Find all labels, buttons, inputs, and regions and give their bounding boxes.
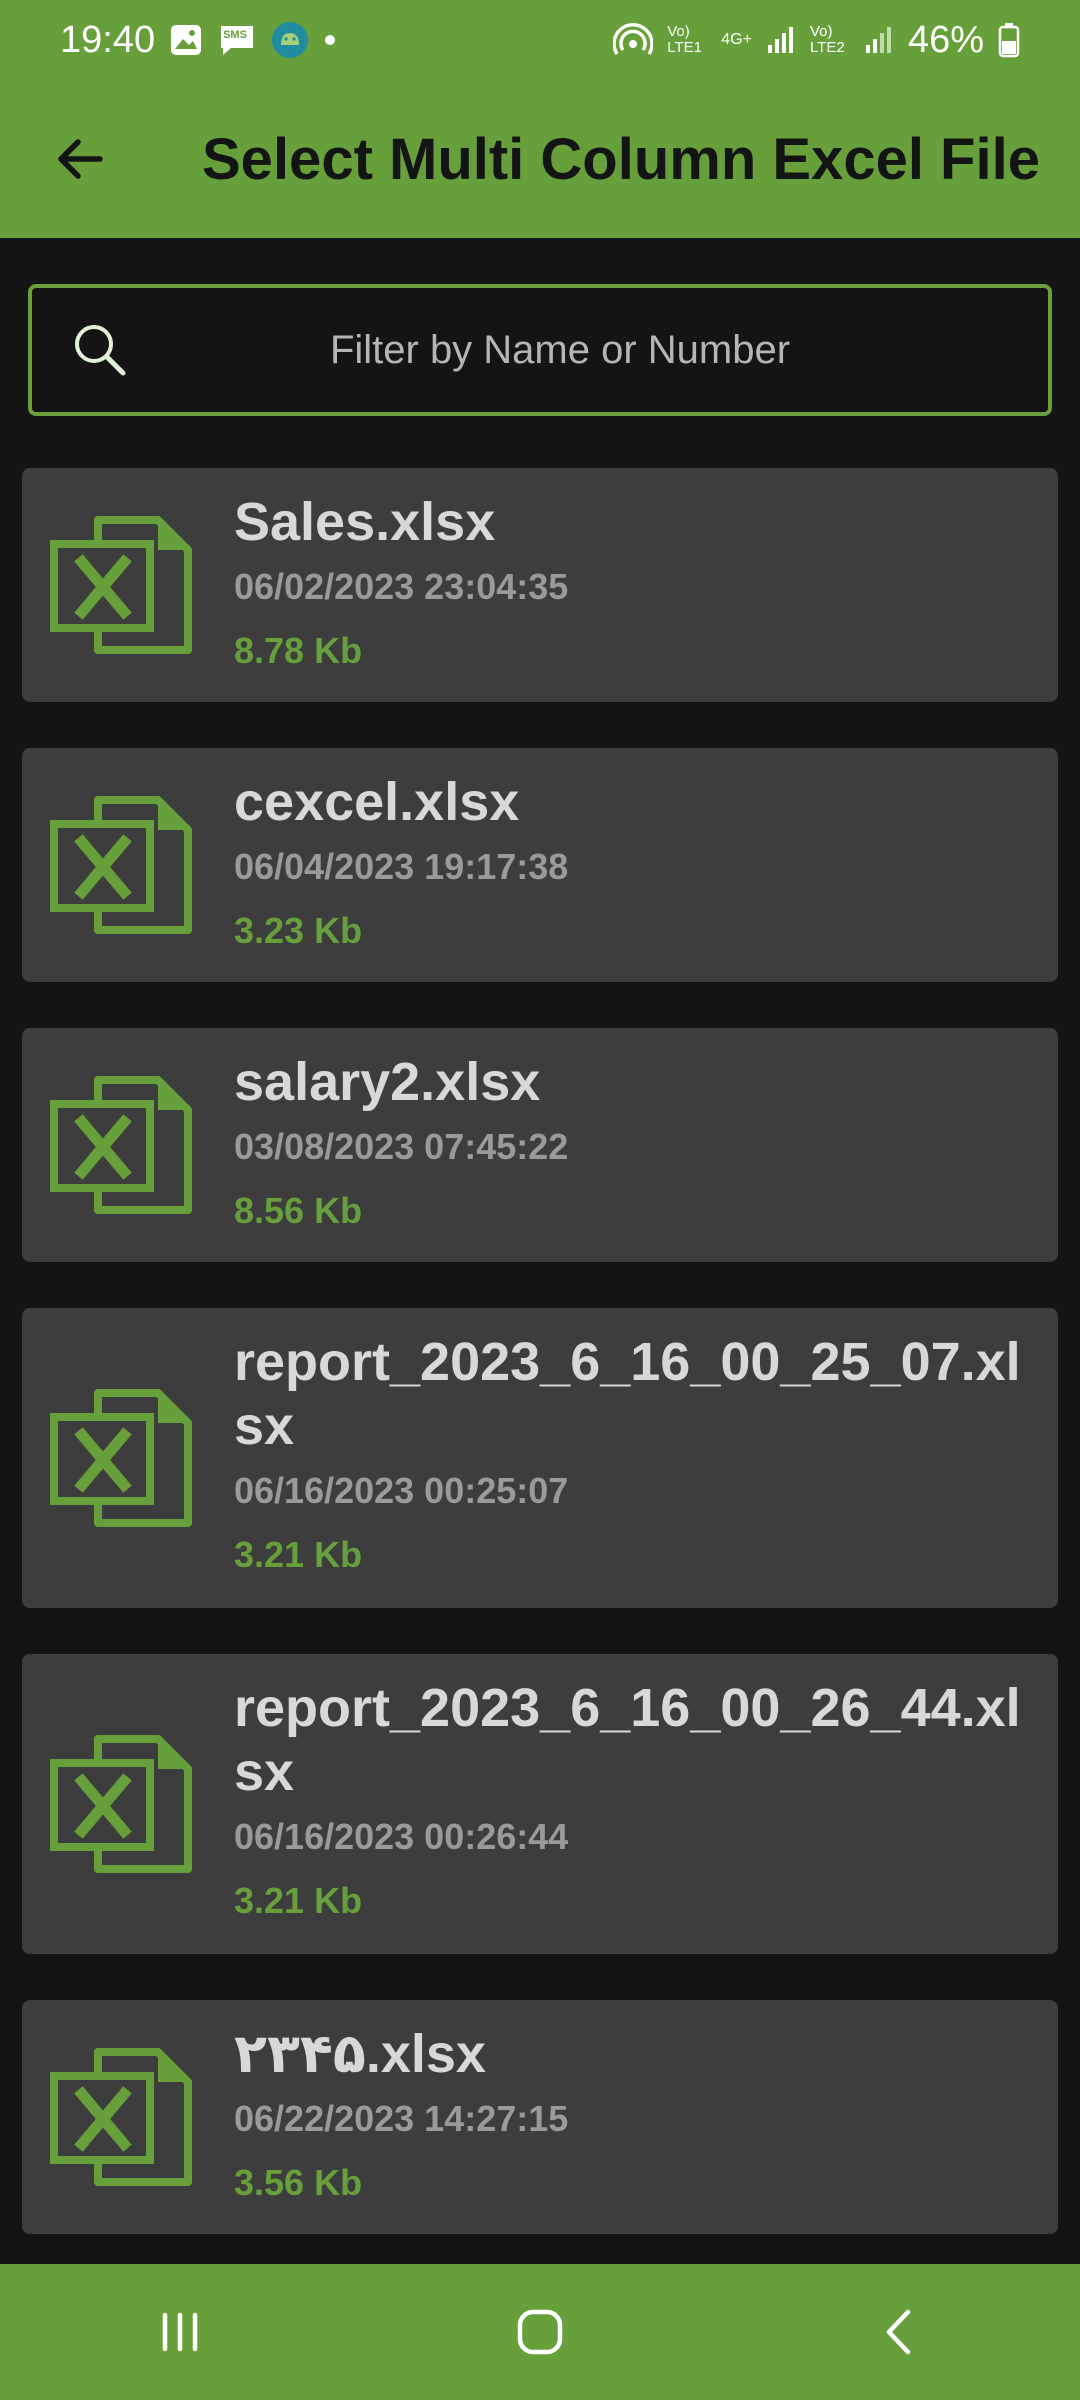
file-size: 3.21 Kb	[234, 1534, 363, 1575]
file-date: 06/04/2023 19:17:38	[234, 846, 569, 887]
file-name: cexcel.xlsx	[234, 772, 520, 832]
file-name: Sales.xlsx	[234, 492, 496, 552]
file-info: Sales.xlsx 06/02/2023 23:04:35 8.78 Kb	[234, 468, 1058, 702]
file-card[interactable]: Sales.xlsx 06/02/2023 23:04:35 8.78 Kb	[22, 468, 1058, 702]
signal-2-icon	[864, 25, 894, 55]
android-debug-icon	[271, 21, 309, 59]
file-name: salary2.xlsx	[234, 1052, 541, 1112]
chevron-left-icon	[886, 2309, 911, 2355]
status-bar: 19:40 SMS Vo) LTE1 4G+ Vo) LTE2 46%	[0, 0, 1080, 80]
excel-file-icon	[22, 1028, 234, 1262]
file-card[interactable]: report_2023_6_16_00_26_44.xlsx 06/16/202…	[22, 1654, 1058, 1954]
battery-icon	[998, 22, 1020, 58]
home-button[interactable]	[440, 2264, 640, 2400]
search-box[interactable]	[28, 284, 1052, 416]
excel-file-icon	[22, 1654, 234, 1954]
file-name: ۲۳۴۵.xlsx	[234, 2024, 486, 2084]
search-input[interactable]	[132, 288, 1048, 412]
navigation-bar	[0, 2264, 1080, 2400]
excel-file-icon	[22, 468, 234, 702]
file-info: cexcel.xlsx 06/04/2023 19:17:38 3.23 Kb	[234, 748, 1058, 982]
file-size: 3.23 Kb	[234, 910, 363, 951]
home-icon	[517, 2309, 563, 2355]
file-name: report_2023_6_16_00_26_44.xlsx	[234, 1678, 1021, 1802]
file-card[interactable]: report_2023_6_16_00_25_07.xlsx 06/16/202…	[22, 1308, 1058, 1608]
file-info: salary2.xlsx 03/08/2023 07:45:22 8.56 Kb	[234, 1028, 1058, 1262]
file-name: report_2023_6_16_00_25_07.xlsx	[234, 1332, 1021, 1456]
sim1-label: Vo) LTE1	[667, 23, 702, 56]
sim2-label: Vo) LTE2	[809, 23, 845, 56]
file-info: report_2023_6_16_00_26_44.xlsx 06/16/202…	[234, 1654, 1058, 1954]
nav-back-button[interactable]	[800, 2264, 1000, 2400]
sms-label: SMS	[223, 29, 247, 41]
file-date: 06/02/2023 23:04:35	[234, 566, 569, 607]
network-type: 4G+	[721, 31, 752, 48]
file-card[interactable]: salary2.xlsx 03/08/2023 07:45:22 8.56 Kb	[22, 1028, 1058, 1262]
file-card[interactable]: cexcel.xlsx 06/04/2023 19:17:38 3.23 Kb	[22, 748, 1058, 982]
battery-percent: 46%	[907, 18, 984, 61]
file-info: ۲۳۴۵.xlsx 06/22/2023 14:27:15 3.56 Kb	[234, 2000, 1058, 2234]
recents-button[interactable]	[80, 2264, 280, 2400]
excel-file-icon	[22, 2000, 234, 2234]
file-date: 03/08/2023 07:45:22	[234, 1126, 569, 1167]
excel-file-icon	[22, 748, 234, 982]
status-left: 19:40 SMS	[60, 19, 337, 62]
file-size: 3.21 Kb	[234, 1880, 363, 1921]
file-date: 06/16/2023 00:26:44	[234, 1816, 569, 1857]
hotspot-icon	[613, 22, 654, 58]
recents-icon	[162, 2312, 198, 2352]
file-date: 06/16/2023 00:25:07	[234, 1470, 569, 1511]
excel-file-icon	[22, 1308, 234, 1608]
search-icon	[32, 288, 132, 412]
file-size: 8.78 Kb	[234, 630, 363, 671]
file-date: 06/22/2023 14:27:15	[234, 2098, 569, 2139]
status-time: 19:40	[60, 18, 156, 61]
back-button[interactable]	[0, 80, 160, 238]
status-right: Vo) LTE1 4G+ Vo) LTE2 46%	[613, 19, 1020, 62]
arrow-left-icon	[58, 139, 103, 179]
sms-icon: SMS	[217, 22, 257, 58]
file-size: 3.56 Kb	[234, 2162, 363, 2203]
page-title: Select Multi Column Excel File	[202, 126, 1040, 192]
app-bar: Select Multi Column Excel File	[0, 80, 1080, 238]
signal-1-icon	[766, 25, 796, 55]
notification-dot-icon	[323, 33, 337, 47]
file-card[interactable]: ۲۳۴۵.xlsx 06/22/2023 14:27:15 3.56 Kb	[22, 2000, 1058, 2234]
file-info: report_2023_6_16_00_25_07.xlsx 06/16/202…	[234, 1308, 1058, 1608]
gallery-icon	[169, 23, 203, 57]
file-size: 8.56 Kb	[234, 1190, 363, 1231]
